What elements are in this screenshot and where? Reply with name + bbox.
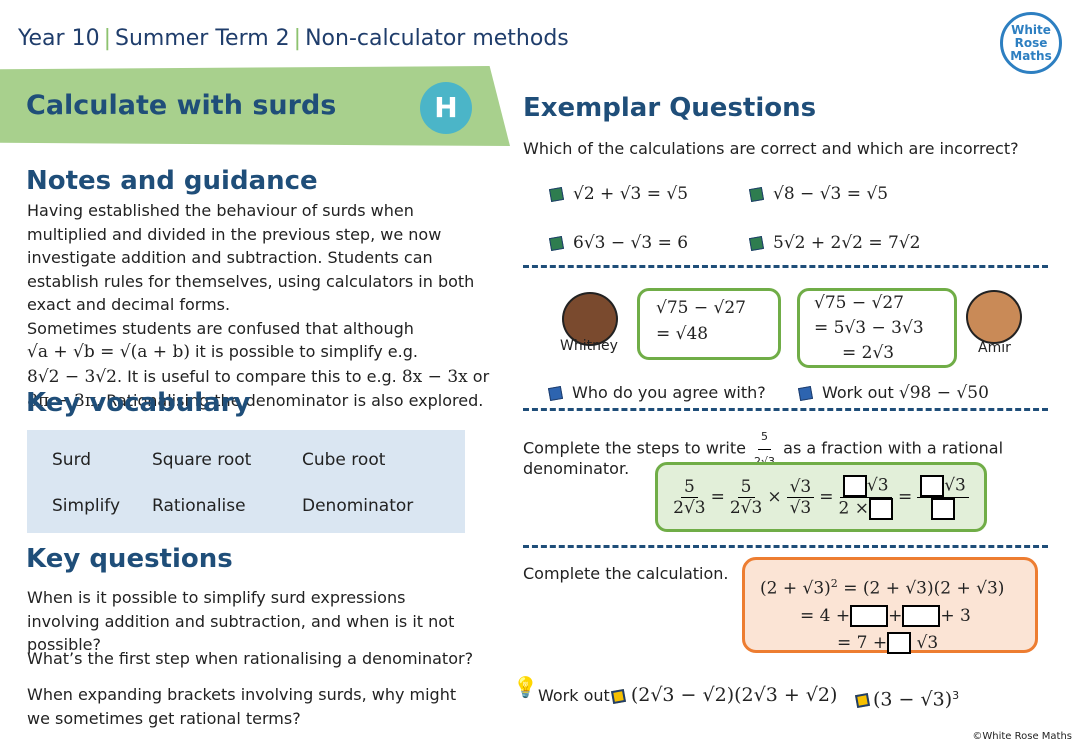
calc-item: √8 − √3 = √5	[773, 184, 889, 204]
white-rose-logo: White Rose Maths	[1000, 12, 1062, 74]
bullet-icon	[797, 385, 814, 402]
answer-box[interactable]	[842, 474, 867, 497]
question: (3 − √3)	[873, 688, 953, 711]
vocab-item: Rationalise	[152, 496, 246, 516]
vocab-item: Denominator	[302, 496, 414, 516]
keyq-item: When expanding brackets involving surds,…	[27, 685, 457, 728]
work-out-row: Work out (2√3 − √2)(2√3 + √2)	[538, 684, 838, 706]
keyq-item: When is it possible to simplify surd exp…	[27, 588, 455, 654]
answer-box[interactable]	[850, 605, 889, 628]
whitney-speech-bubble: √75 − √27 = √48	[637, 288, 781, 360]
rationalise-box: 5 2√3 = 5 2√3 × √3 √3 = √3 2 × = √3	[655, 462, 987, 532]
answer-box[interactable]	[868, 497, 893, 520]
keyq-item: What’s the first step when rationalising…	[27, 649, 474, 668]
page-title: Calculate with surds	[26, 90, 337, 121]
question: √98 − √50	[898, 383, 989, 403]
year: Year 10	[18, 26, 100, 51]
vocab-item: Square root	[152, 450, 252, 470]
divider	[523, 265, 1048, 268]
calc-prompt: Complete the calculation.	[523, 564, 729, 583]
notes-text: Having established the behaviour of surd…	[27, 201, 490, 411]
whitney-label: Whitney	[560, 338, 618, 354]
vocab-item: Simplify	[52, 496, 121, 516]
amir-avatar	[966, 290, 1022, 344]
keyq-heading: Key questions	[26, 544, 233, 574]
question: Who do you agree with?	[572, 383, 766, 402]
answer-box[interactable]	[887, 632, 912, 655]
exemplar-intro: Which of the calculations are correct an…	[523, 139, 1019, 158]
notes-heading: Notes and guidance	[26, 166, 318, 196]
rationalise-prompt-cont: denominator.	[523, 459, 630, 478]
vocab-heading: Key vocabulary	[26, 388, 251, 418]
term: Summer Term 2	[115, 26, 290, 51]
breadcrumb: Year 10 | Summer Term 2 | Non-calculator met…	[18, 26, 569, 51]
question: (2√3 − √2)(2√3 + √2)	[630, 684, 838, 706]
vocab-item: Surd	[52, 450, 92, 470]
vocab-box: Surd Square root Cube root Simplify Rati…	[27, 430, 465, 533]
answer-box[interactable]	[902, 605, 941, 628]
exemplar-heading: Exemplar Questions	[523, 93, 817, 123]
higher-tier-badge: H	[420, 82, 472, 134]
divider	[523, 545, 1048, 548]
bullet-icon	[610, 688, 626, 705]
vocab-item: Cube root	[302, 450, 386, 470]
bullet-icon	[748, 186, 765, 203]
footer-copyright: ©White Rose Maths	[972, 731, 1072, 742]
answer-box[interactable]	[920, 474, 945, 497]
divider	[523, 408, 1048, 411]
bullet-icon	[548, 235, 565, 252]
bullet-icon	[547, 385, 564, 402]
amir-speech-bubble: √75 − √27 = 5√3 − 3√3 = 2√3	[797, 288, 957, 368]
amir-label: Amir	[978, 340, 1011, 356]
bullet-icon	[854, 693, 871, 709]
bullet-icon	[748, 235, 765, 252]
expansion-box: (2 + √3)2 = (2 + √3)(2 + √3) = 4 + + + 3 =…	[742, 557, 1038, 655]
lightbulb-icon: 💡	[513, 675, 538, 699]
unit: Non-calculator methods	[305, 26, 569, 51]
calc-item: 5√2 + 2√2 = 7√2	[773, 233, 921, 253]
calc-item: √2 + √3 = √5	[573, 184, 689, 204]
bullet-icon	[548, 186, 565, 203]
calc-item: 6√3 − √3 = 6	[573, 233, 689, 253]
answer-box[interactable]	[931, 497, 956, 520]
